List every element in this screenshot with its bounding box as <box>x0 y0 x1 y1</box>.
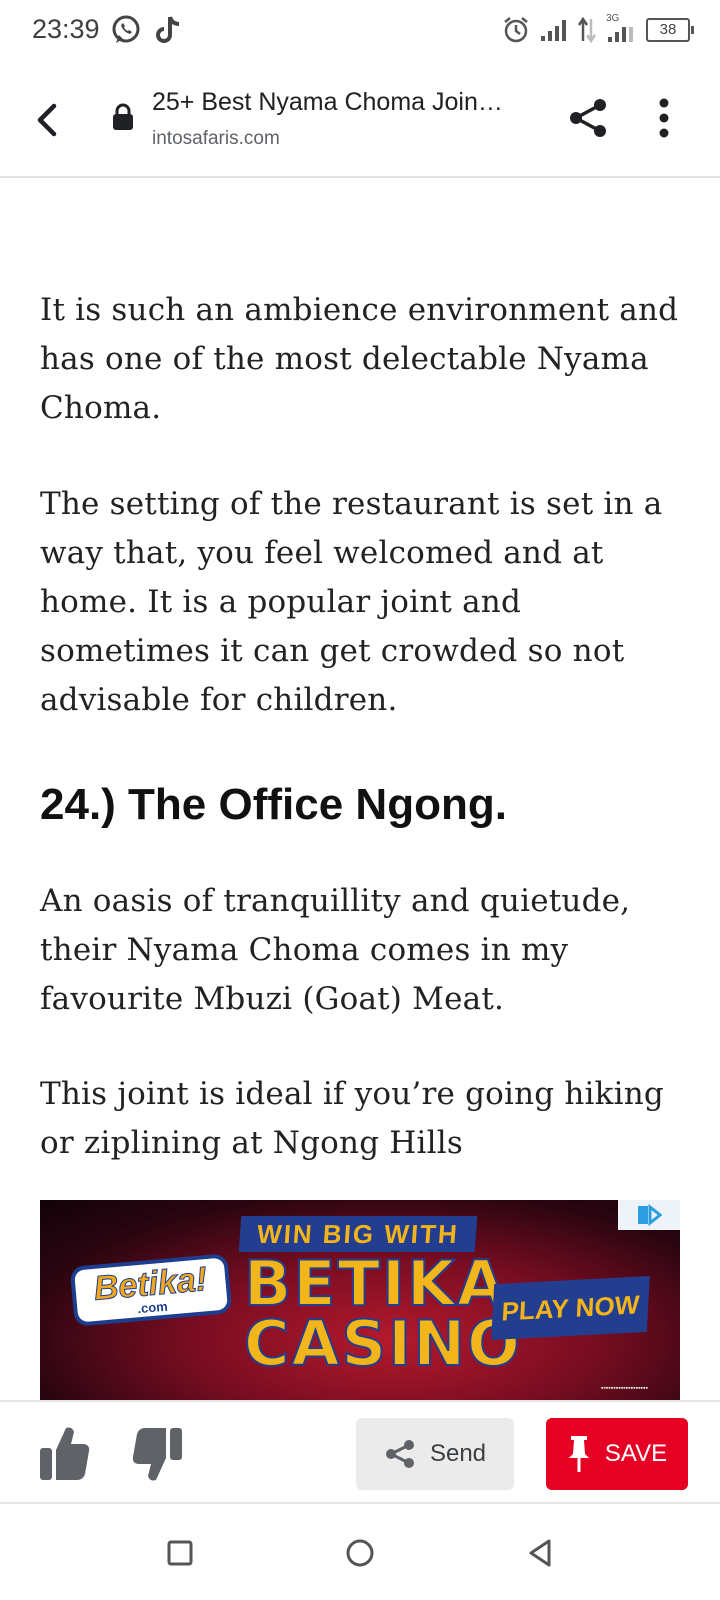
action-bar: Send SAVE <box>0 1400 720 1504</box>
ad-choices-icon[interactable] <box>618 1200 680 1230</box>
ad-logo-text: Betika! <box>92 1259 209 1308</box>
article-paragraph: It is such an ambience environment and h… <box>40 292 679 426</box>
signal-icon <box>541 20 566 41</box>
ad-fineprint: ▪▪▪▪▪▪▪▪▪▪▪▪▪▪▪▪▪▪▪ <box>600 1385 648 1392</box>
save-button[interactable]: SAVE <box>546 1418 688 1490</box>
home-icon[interactable] <box>345 1538 375 1568</box>
back-arrow-icon[interactable] <box>30 100 66 140</box>
ad-banner[interactable]: Betika! .com WIN BIG WITH BETIKA CASINO … <box>40 1200 680 1400</box>
article-paragraph: The setting of the restaurant is set in … <box>40 486 663 718</box>
whatsapp-icon <box>112 15 140 43</box>
send-button[interactable]: Send <box>356 1418 514 1490</box>
status-time: 23:39 <box>32 14 100 44</box>
page-title[interactable]: 25+ Best Nyama Choma Join… <box>152 88 503 117</box>
ad-brand-line-2: CASINO <box>243 1307 522 1380</box>
ad-logo-sub: .com <box>136 1298 169 1316</box>
section-heading: 24.) The Office Ngong. <box>40 780 507 829</box>
article-paragraph: This joint is ideal if you’re going hiki… <box>40 1076 664 1161</box>
thumbs-up-icon[interactable] <box>38 1422 90 1484</box>
status-right: 3G 38 <box>502 13 694 44</box>
page-domain[interactable]: intosafaris.com <box>152 128 280 150</box>
lock-icon <box>113 103 133 130</box>
ad-play-now-button[interactable]: PLAY NOW <box>491 1275 650 1341</box>
browser-toolbar: 25+ Best Nyama Choma Join… intosafaris.c… <box>0 64 720 178</box>
battery-icon: 38 <box>646 18 694 42</box>
share-icon[interactable] <box>566 96 610 140</box>
recents-icon[interactable] <box>165 1538 195 1568</box>
more-options-icon[interactable] <box>658 98 670 138</box>
navigation-bar <box>0 1504 720 1600</box>
ad-brand: BETIKA CASINO <box>243 1247 522 1380</box>
save-button-label: SAVE <box>604 1440 668 1467</box>
signal-3g-icon: 3G <box>606 13 636 43</box>
thumbs-down-icon[interactable] <box>132 1424 184 1486</box>
alarm-icon <box>504 17 528 43</box>
tiktok-icon <box>156 16 180 43</box>
back-icon[interactable] <box>525 1538 555 1568</box>
pin-icon <box>568 1436 589 1472</box>
share-icon <box>385 1440 414 1468</box>
data-arrows-icon <box>578 17 596 43</box>
ad-logo: Betika! .com <box>74 1257 228 1323</box>
send-button-label: Send <box>429 1440 487 1467</box>
article-paragraph: An oasis of tranquillity and quietude, t… <box>40 883 631 1017</box>
ad-brand-line-1: BETIKA <box>243 1247 507 1320</box>
status-bar: 23:39 3G 38 <box>0 0 720 64</box>
